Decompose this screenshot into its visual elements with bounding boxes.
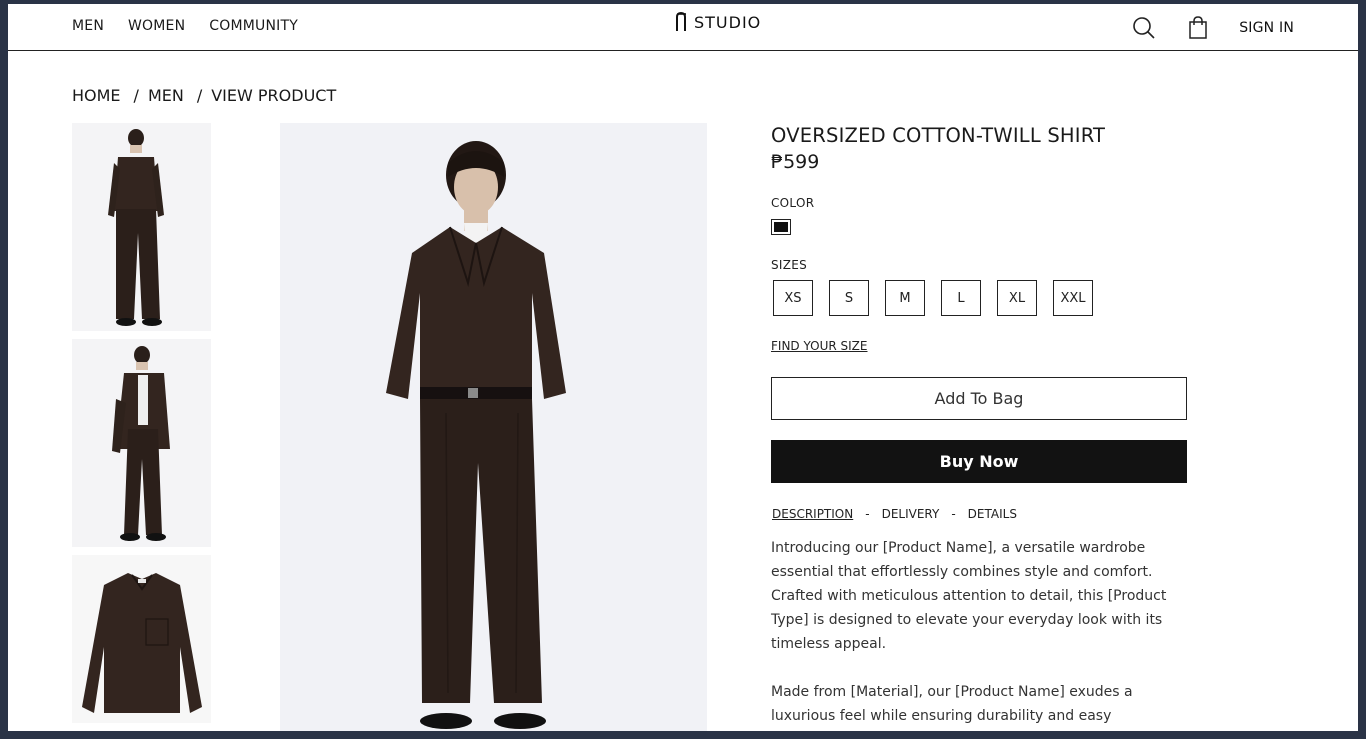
- search-button[interactable]: [1131, 15, 1157, 41]
- product-info-tabs: DESCRIPTION - DELIVERY - DETAILS: [771, 507, 1187, 521]
- model-main-image: [386, 141, 566, 729]
- size-button-xl[interactable]: XL: [997, 280, 1037, 316]
- logo-mark-icon: [676, 11, 686, 31]
- size-button-xxl[interactable]: XXL: [1053, 280, 1093, 316]
- product-title: OVERSIZED COTTON-TWILL SHIRT: [771, 124, 1106, 147]
- tab-delivery[interactable]: DELIVERY: [882, 507, 940, 521]
- breadcrumb-separator: /: [196, 86, 203, 105]
- tab-separator: -: [865, 507, 870, 521]
- thumbnail-front-view[interactable]: [72, 123, 211, 331]
- size-button-l[interactable]: L: [941, 280, 981, 316]
- product-details-panel: OVERSIZED COTTON-TWILL SHIRT ₱599 COLOR …: [771, 124, 1187, 731]
- buy-now-button[interactable]: Buy Now: [771, 440, 1187, 483]
- size-options: XS S M L XL XXL: [773, 280, 1187, 316]
- breadcrumb: HOME / MEN / VIEW PRODUCT: [72, 86, 336, 105]
- shopping-bag-icon: [1189, 16, 1207, 39]
- sign-in-link[interactable]: SIGN IN: [1239, 20, 1294, 36]
- breadcrumb-home[interactable]: HOME: [72, 86, 121, 105]
- size-button-m[interactable]: M: [885, 280, 925, 316]
- nav-women[interactable]: WOMEN: [128, 18, 185, 34]
- color-label: COLOR: [771, 196, 815, 210]
- logo-text: STUDIO: [694, 12, 762, 32]
- header-actions: SIGN IN: [1131, 15, 1294, 41]
- search-icon: [1133, 17, 1155, 39]
- product-price: ₱599: [771, 151, 820, 173]
- main-nav: MEN WOMEN COMMUNITY: [72, 18, 298, 34]
- site-logo[interactable]: STUDIO: [674, 11, 761, 33]
- nav-men[interactable]: MEN: [72, 18, 104, 34]
- description-paragraph: Made from [Material], our [Product Name]…: [771, 684, 1133, 724]
- thumbnail-shirt-flat[interactable]: [72, 555, 211, 723]
- shopping-bag-button[interactable]: [1185, 15, 1211, 41]
- tab-separator: -: [951, 507, 956, 521]
- size-button-s[interactable]: S: [829, 280, 869, 316]
- swatch-fill: [774, 222, 788, 232]
- size-button-xs[interactable]: XS: [773, 280, 813, 316]
- sizes-label: SIZES: [771, 258, 808, 272]
- add-to-bag-button[interactable]: Add To Bag: [771, 377, 1187, 420]
- breadcrumb-separator: /: [133, 86, 139, 105]
- model-side-image: [112, 346, 170, 541]
- breadcrumb-current: VIEW PRODUCT: [211, 86, 337, 105]
- model-front-image: [108, 129, 164, 326]
- shirt-flat-image: [82, 573, 202, 713]
- product-description: Introducing our [Product Name], a versat…: [771, 536, 1187, 731]
- find-your-size-link[interactable]: FIND YOUR SIZE: [771, 339, 868, 353]
- main-product-image: [280, 123, 707, 731]
- browser-viewport: MEN WOMEN COMMUNITY STUDIO SIGN IN HOME …: [8, 4, 1358, 731]
- color-swatch-black[interactable]: [771, 219, 791, 235]
- tab-description[interactable]: DESCRIPTION: [772, 507, 853, 521]
- tab-details[interactable]: DETAILS: [968, 507, 1017, 521]
- breadcrumb-men[interactable]: MEN: [148, 86, 184, 105]
- site-header: MEN WOMEN COMMUNITY STUDIO SIGN IN: [8, 4, 1358, 51]
- nav-community[interactable]: COMMUNITY: [209, 18, 298, 34]
- description-paragraph: Introducing our [Product Name], a versat…: [771, 540, 1167, 652]
- thumbnail-side-view[interactable]: [72, 339, 211, 547]
